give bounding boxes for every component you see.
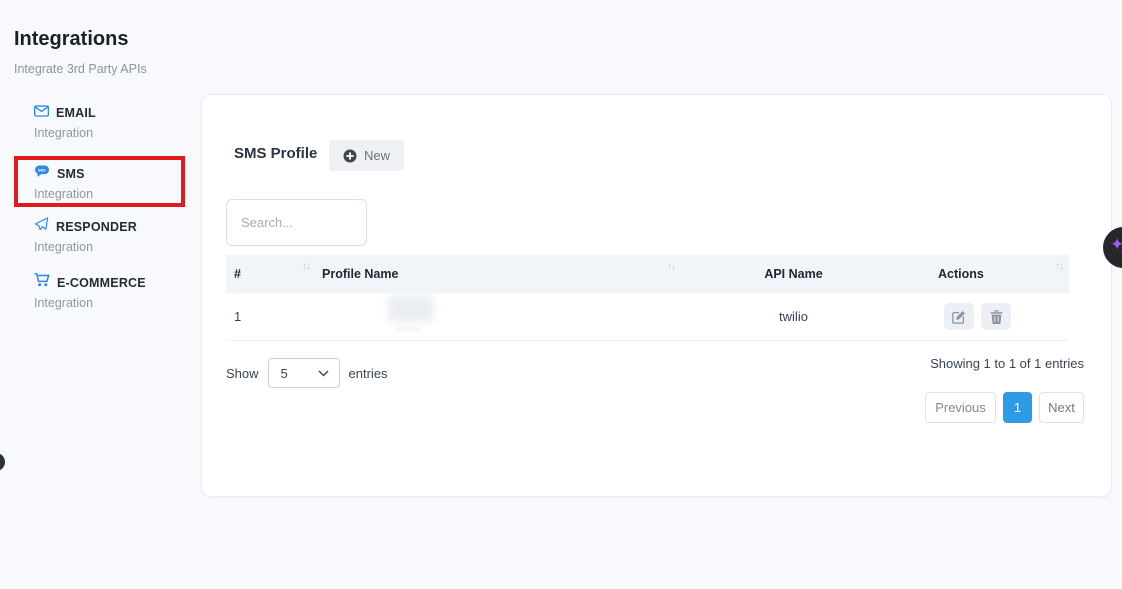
sidebar-item-sublabel: Integration [34, 126, 194, 140]
paper-plane-icon [34, 217, 49, 236]
shopping-cart-icon [34, 273, 50, 292]
envelope-icon [34, 104, 49, 122]
left-edge-widget-button[interactable] [0, 453, 5, 471]
delete-button[interactable] [981, 303, 1011, 330]
new-button-label: New [364, 148, 390, 163]
redacted-profile-name [388, 295, 434, 322]
column-label: API Name [764, 267, 822, 281]
chevron-down-icon [318, 370, 329, 377]
next-page-button[interactable]: Next [1039, 392, 1084, 423]
page-1-button[interactable]: 1 [1003, 392, 1032, 423]
sort-icon: ↑↓ [1055, 255, 1063, 272]
sort-icon: ↑↓ [302, 255, 310, 272]
new-button[interactable]: New [329, 140, 404, 171]
previous-page-button[interactable]: Previous [925, 392, 996, 423]
sidebar-item-label: SMS [57, 167, 85, 181]
table-row: 1 twilio [226, 293, 1069, 341]
actions-cell [906, 303, 1069, 330]
edit-button[interactable] [944, 303, 974, 330]
edit-pencil-icon [952, 310, 966, 324]
pagination: Previous 1 Next [925, 392, 1084, 423]
integrations-page: Integrations Integrate 3rd Party APIs EM… [0, 0, 1122, 589]
sidebar-item-sublabel: Integration [34, 240, 194, 254]
sidebar-item-label: EMAIL [56, 106, 96, 120]
show-label: Show [226, 366, 259, 381]
sidebar-item-label: RESPONDER [56, 220, 137, 234]
sidebar-item-label: E-COMMERCE [57, 276, 146, 290]
sidebar-item-ecommerce[interactable]: E-COMMERCE Integration [34, 273, 194, 310]
trash-icon [990, 310, 1003, 324]
redacted-profile-name-line [396, 327, 420, 331]
search-input[interactable] [226, 199, 367, 246]
sidebar-item-responder[interactable]: RESPONDER Integration [34, 217, 194, 254]
row-index-cell: 1 [226, 309, 316, 324]
entries-label: entries [349, 366, 388, 381]
sidebar-item-sublabel: Integration [34, 187, 194, 201]
sidebar-item-email[interactable]: EMAIL Integration [34, 104, 194, 140]
api-name-cell: twilio [681, 309, 906, 324]
sidebar-item-sublabel: Integration [34, 296, 194, 310]
page-title: Integrations [14, 28, 128, 51]
chat-bubble-icon: SMS [34, 164, 50, 183]
column-label: # [234, 267, 241, 281]
plus-circle-icon [343, 149, 357, 163]
column-header-actions[interactable]: Actions ↑↓ [906, 255, 1069, 293]
panel-title: SMS Profile [234, 145, 317, 162]
column-label: Actions [938, 267, 984, 281]
column-header-index[interactable]: # ↑↓ [226, 255, 316, 293]
column-header-profile-name[interactable]: Profile Name ↑↓ [316, 255, 681, 293]
sort-icon: ↑↓ [667, 255, 675, 272]
column-header-api-name[interactable]: API Name [681, 255, 906, 293]
entries-select-value: 5 [281, 366, 288, 381]
sms-profile-card: SMS Profile New # ↑↓ Profile Name ↑↓ API… [201, 94, 1112, 497]
show-entries-control: Show 5 entries [226, 358, 388, 388]
column-label: Profile Name [322, 267, 398, 281]
svg-text:SMS: SMS [38, 169, 46, 173]
page-subtitle: Integrate 3rd Party APIs [14, 62, 147, 76]
entries-per-page-select[interactable]: 5 [268, 358, 340, 388]
profile-name-cell [316, 293, 681, 340]
showing-entries-summary: Showing 1 to 1 of 1 entries [930, 356, 1084, 371]
table-header: # ↑↓ Profile Name ↑↓ API Name Actions ↑↓ [226, 255, 1069, 293]
sidebar-item-sms[interactable]: SMS SMS Integration [34, 164, 194, 201]
